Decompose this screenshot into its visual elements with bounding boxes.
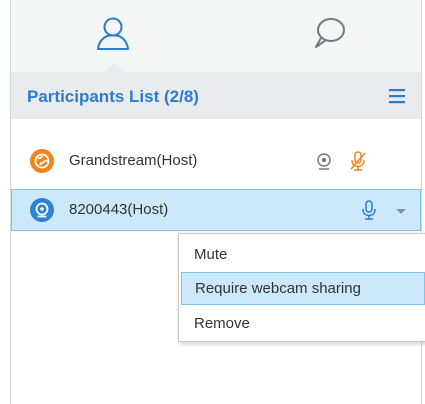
chat-bubble-icon bbox=[315, 18, 345, 48]
participants-list-title: Participants List (2/8) bbox=[27, 87, 199, 106]
participant-row[interactable]: 8200443(Host) bbox=[11, 189, 421, 231]
webcam-icon[interactable] bbox=[313, 150, 335, 172]
participants-list-header: Participants List (2/8) bbox=[11, 72, 421, 119]
participant-row[interactable]: Grandstream(Host) bbox=[11, 140, 421, 182]
chevron-down-icon[interactable] bbox=[390, 199, 412, 221]
mic-icon[interactable] bbox=[358, 199, 380, 221]
webcam-avatar-icon bbox=[30, 198, 54, 222]
active-tab-indicator bbox=[105, 62, 125, 72]
tab-bar bbox=[11, 0, 421, 72]
participants-panel: Participants List (2/8) Grandstream(Host… bbox=[10, 0, 425, 404]
menu-item-require-webcam[interactable]: Require webcam sharing bbox=[181, 272, 425, 305]
tab-chat[interactable] bbox=[309, 14, 349, 54]
globe-avatar-icon bbox=[30, 149, 54, 173]
participant-name: 8200443(Host) bbox=[69, 201, 169, 218]
hamburger-menu-icon bbox=[389, 89, 405, 104]
tab-participants[interactable] bbox=[93, 14, 133, 54]
participant-name: Grandstream(Host) bbox=[69, 152, 198, 169]
mic-muted-icon[interactable] bbox=[347, 150, 369, 172]
participant-context-menu: Mute Require webcam sharing Remove bbox=[178, 233, 425, 342]
list-menu-button[interactable] bbox=[387, 86, 407, 106]
menu-item-remove[interactable]: Remove bbox=[179, 307, 425, 340]
menu-item-mute[interactable]: Mute bbox=[179, 238, 425, 271]
person-icon bbox=[97, 17, 129, 50]
